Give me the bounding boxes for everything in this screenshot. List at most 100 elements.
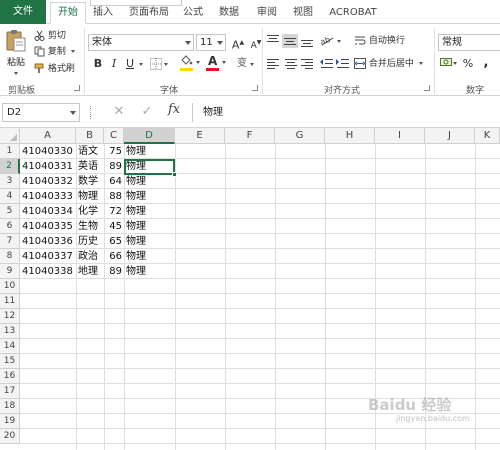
column-header-f[interactable]: F bbox=[225, 128, 275, 144]
row-header[interactable]: 4 bbox=[0, 189, 20, 204]
cell-a7[interactable]: 41040336 bbox=[20, 234, 76, 249]
cell-b5[interactable]: 化学 bbox=[76, 204, 104, 219]
row-header[interactable]: 6 bbox=[0, 219, 20, 234]
middle-align-button[interactable] bbox=[282, 34, 298, 48]
column-header-a[interactable]: A bbox=[20, 128, 76, 144]
row-header[interactable]: 8 bbox=[0, 249, 20, 264]
cell-a3[interactable]: 41040332 bbox=[20, 174, 76, 189]
italic-button[interactable]: I bbox=[106, 56, 122, 72]
fill-color-button[interactable] bbox=[180, 55, 202, 73]
currency-button[interactable] bbox=[440, 56, 458, 72]
cell-b8[interactable]: 政治 bbox=[76, 249, 104, 264]
row-header[interactable]: 16 bbox=[0, 369, 20, 384]
row-header[interactable]: 13 bbox=[0, 324, 20, 339]
merge-center-button[interactable]: 合并后居中 bbox=[354, 56, 423, 72]
fill-color-dropdown-arrow[interactable] bbox=[196, 61, 200, 64]
row-header[interactable]: 7 bbox=[0, 234, 20, 249]
font-size-select[interactable]: 11 bbox=[196, 34, 226, 51]
cell-d1[interactable]: 物理 bbox=[124, 144, 175, 159]
cell-c9[interactable]: 89 bbox=[104, 264, 124, 279]
row-header[interactable]: 15 bbox=[0, 354, 20, 369]
font-launcher-icon[interactable] bbox=[252, 85, 258, 91]
row-header[interactable]: 14 bbox=[0, 339, 20, 354]
row-header[interactable]: 9 bbox=[0, 264, 20, 279]
copy-dropdown-arrow[interactable] bbox=[70, 50, 75, 53]
bold-button[interactable]: B bbox=[90, 56, 106, 72]
cell-d8[interactable]: 物理 bbox=[124, 249, 175, 264]
tab-formulas[interactable]: 公式 bbox=[180, 3, 206, 23]
row-header[interactable]: 1 bbox=[0, 144, 20, 159]
cell-c5[interactable]: 72 bbox=[104, 204, 124, 219]
column-header-h[interactable]: H bbox=[325, 128, 375, 144]
column-header-g[interactable]: G bbox=[275, 128, 325, 144]
cell-c6[interactable]: 45 bbox=[104, 219, 124, 234]
percent-button[interactable]: % bbox=[460, 56, 476, 72]
cell-d6[interactable]: 物理 bbox=[124, 219, 175, 234]
copy-button[interactable]: 复制 bbox=[34, 44, 75, 60]
cell-a2[interactable]: 41040331 bbox=[20, 159, 76, 174]
row-header[interactable]: 19 bbox=[0, 414, 20, 429]
format-painter-button[interactable]: 格式刷 bbox=[34, 61, 75, 77]
row-header[interactable]: 20 bbox=[0, 429, 20, 444]
align-right-button[interactable] bbox=[300, 58, 314, 70]
cell-c8[interactable]: 66 bbox=[104, 249, 124, 264]
cell-b4[interactable]: 物理 bbox=[76, 189, 104, 204]
tab-view[interactable]: 视图 bbox=[290, 3, 316, 23]
paste-dropdown-arrow[interactable] bbox=[14, 72, 18, 75]
cell-b3[interactable]: 数学 bbox=[76, 174, 104, 189]
row-header[interactable]: 11 bbox=[0, 294, 20, 309]
decrease-indent-button[interactable] bbox=[320, 58, 334, 70]
cut-button[interactable]: 剪切 bbox=[34, 28, 66, 44]
cancel-icon[interactable]: ✕ bbox=[110, 103, 128, 121]
cell-a9[interactable]: 41040338 bbox=[20, 264, 76, 279]
tab-review[interactable]: 审阅 bbox=[254, 3, 280, 23]
cell-c3[interactable]: 64 bbox=[104, 174, 124, 189]
tab-file[interactable]: 文件 bbox=[0, 0, 46, 24]
row-header[interactable]: 2 bbox=[0, 159, 20, 174]
cell-a5[interactable]: 41040334 bbox=[20, 204, 76, 219]
grow-font-button[interactable]: A▲ bbox=[230, 35, 246, 52]
row-header[interactable]: 12 bbox=[0, 309, 20, 324]
cell-a8[interactable]: 41040337 bbox=[20, 249, 76, 264]
enter-check-icon[interactable]: ✓ bbox=[138, 103, 156, 121]
orientation-dropdown-arrow[interactable] bbox=[337, 40, 341, 43]
bottom-align-button[interactable] bbox=[300, 35, 314, 47]
formula-bar-splitter[interactable] bbox=[90, 106, 93, 119]
borders-dropdown-arrow[interactable] bbox=[164, 63, 168, 66]
cell-d9[interactable]: 物理 bbox=[124, 264, 175, 279]
formula-input[interactable]: 物理 bbox=[192, 103, 498, 122]
select-all-button[interactable] bbox=[0, 128, 20, 144]
cell-d3[interactable]: 物理 bbox=[124, 174, 175, 189]
row-header[interactable]: 5 bbox=[0, 204, 20, 219]
cell-b9[interactable]: 地理 bbox=[76, 264, 104, 279]
font-color-button[interactable]: A bbox=[206, 54, 228, 73]
insert-function-button[interactable]: fx bbox=[168, 102, 180, 117]
top-align-button[interactable] bbox=[266, 35, 280, 47]
borders-button[interactable] bbox=[150, 57, 170, 71]
cell-d7[interactable]: 物理 bbox=[124, 234, 175, 249]
align-center-button[interactable] bbox=[284, 58, 298, 70]
cell-a4[interactable]: 41040333 bbox=[20, 189, 76, 204]
align-left-button[interactable] bbox=[266, 58, 280, 70]
cell-b6[interactable]: 生物 bbox=[76, 219, 104, 234]
cell-a6[interactable]: 41040335 bbox=[20, 219, 76, 234]
phonetic-guide-button[interactable]: 变 bbox=[234, 56, 250, 72]
merge-dropdown-arrow[interactable] bbox=[418, 62, 423, 65]
column-header-i[interactable]: I bbox=[375, 128, 425, 144]
tab-page-layout[interactable]: 页面布局 bbox=[126, 3, 172, 23]
number-format-select[interactable]: 常规 bbox=[438, 34, 500, 51]
alignment-launcher-icon[interactable] bbox=[424, 85, 430, 91]
row-header[interactable]: 18 bbox=[0, 399, 20, 414]
phonetic-dropdown-arrow[interactable] bbox=[250, 63, 254, 66]
cell-c2[interactable]: 89 bbox=[104, 159, 124, 174]
increase-indent-button[interactable] bbox=[336, 58, 350, 70]
cell-a1[interactable]: 41040330 bbox=[20, 144, 76, 159]
column-header-b[interactable]: B bbox=[76, 128, 104, 144]
font-name-select[interactable]: 宋体 bbox=[88, 34, 194, 51]
cell-d5[interactable]: 物理 bbox=[124, 204, 175, 219]
column-header-j[interactable]: J bbox=[425, 128, 475, 144]
row-header[interactable]: 3 bbox=[0, 174, 20, 189]
cell-d4[interactable]: 物理 bbox=[124, 189, 175, 204]
underline-button[interactable]: U bbox=[122, 56, 138, 72]
cell-c4[interactable]: 88 bbox=[104, 189, 124, 204]
